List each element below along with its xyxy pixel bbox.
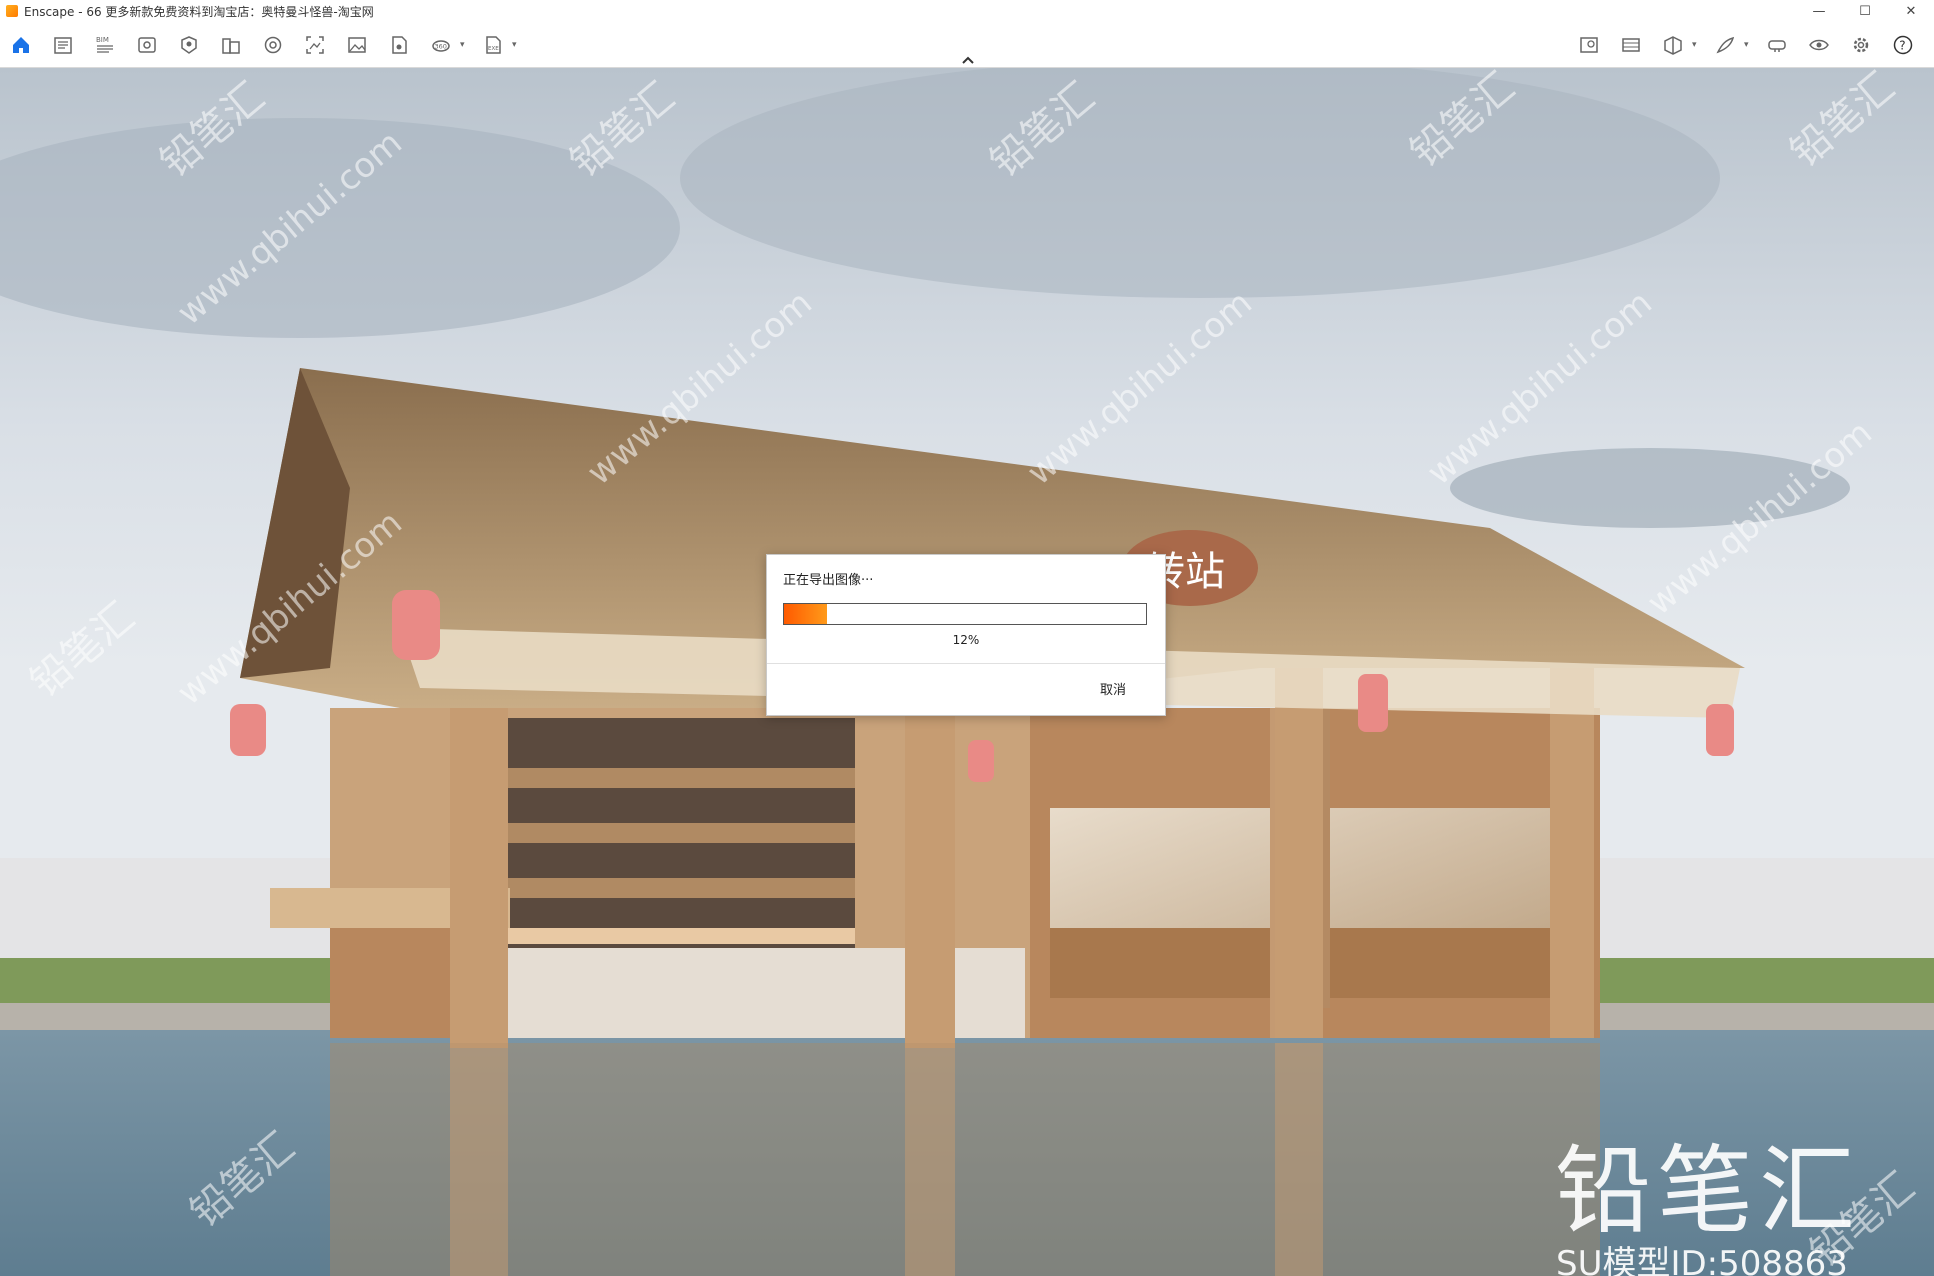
feather-icon [1716,36,1735,53]
export-button[interactable] [382,28,416,62]
panorama-button[interactable]: 360 [424,28,458,62]
export-icon [392,35,407,54]
home-icon [13,36,29,53]
feather-button[interactable] [1708,28,1742,62]
minimize-button[interactable]: — [1796,0,1842,22]
visibility-icon [1809,39,1829,50]
image-button[interactable] [340,28,374,62]
map-icon [1580,36,1598,53]
cube-dropdown-icon[interactable]: ▾ [1692,40,1702,50]
export-progress-dialog: 正在导出图像··· 12% 取消 [766,554,1166,716]
view-icon [138,36,156,53]
model-id-watermark: SU模型ID:508863 [1556,1244,1848,1276]
dialog-divider [767,663,1165,664]
home-button[interactable] [4,28,38,62]
toolbar-left-group: BIM 360 ▾ EXE ▾ [4,22,528,67]
view-button[interactable] [130,28,164,62]
cube-button[interactable] [1656,28,1690,62]
exe-label: EXE [488,46,499,52]
brand-watermark: 铅笔汇 [1555,1135,1861,1247]
screenshot-icon [306,35,324,54]
project-button[interactable] [46,28,80,62]
image-icon [348,36,366,53]
building-button[interactable] [214,28,248,62]
bim-button[interactable]: BIM [88,28,122,62]
progress-percent-label: 12% [952,633,980,647]
material-button[interactable] [256,28,290,62]
asset-icon [181,35,197,54]
settings-icon [1853,37,1869,52]
main-toolbar: BIM 360 ▾ EXE ▾ ▾ ▾ ? [0,22,1934,68]
title-bar: Enscape - 66 更多新款免费资料到淘宝店：奥特曼斗怪兽-淘宝网 — ☐… [0,0,1934,22]
cancel-button[interactable]: 取消 [1083,675,1143,701]
visibility-button[interactable] [1802,28,1836,62]
panorama-dropdown-icon[interactable]: ▾ [460,40,470,50]
asset-button[interactable] [172,28,206,62]
enscape-logo-icon [6,5,18,17]
screenshot-button[interactable] [298,28,332,62]
map-button[interactable] [1572,28,1606,62]
exe-dropdown-icon[interactable]: ▾ [512,40,522,50]
progress-bar-fill [784,604,828,624]
material-icon [264,36,282,53]
help-icon: ? [1893,35,1913,54]
settings-button[interactable] [1844,28,1878,62]
panorama-label: 360 [435,42,447,50]
exe-icon: EXE [486,35,501,54]
bim-label: BIM [96,36,109,44]
help-button[interactable]: ? [1886,28,1920,62]
help-label: ? [1899,38,1905,52]
panorama-icon: 360 [432,39,450,52]
capture-icon [1622,37,1640,52]
feather-dropdown-icon[interactable]: ▾ [1744,40,1754,50]
maximize-button[interactable]: ☐ [1842,0,1888,22]
exe-button[interactable]: EXE [476,28,510,62]
window-controls: — ☐ ✕ [1796,0,1934,22]
progress-bar [783,603,1147,625]
collapse-toolbar-icon[interactable] [958,52,978,68]
toolbar-right-group: ▾ ▾ ? [1572,22,1928,67]
window-title: Enscape - 66 更多新款免费资料到淘宝店：奥特曼斗怪兽-淘宝网 [24,4,374,19]
vr-button[interactable] [1760,28,1794,62]
dialog-title: 正在导出图像··· [783,573,874,588]
close-button[interactable]: ✕ [1888,0,1934,22]
project-icon [54,36,72,54]
bim-icon: BIM [96,36,113,53]
cube-icon [1664,35,1682,55]
capture-button[interactable] [1614,28,1648,62]
building-icon [222,37,240,54]
vr-icon [1768,39,1786,52]
